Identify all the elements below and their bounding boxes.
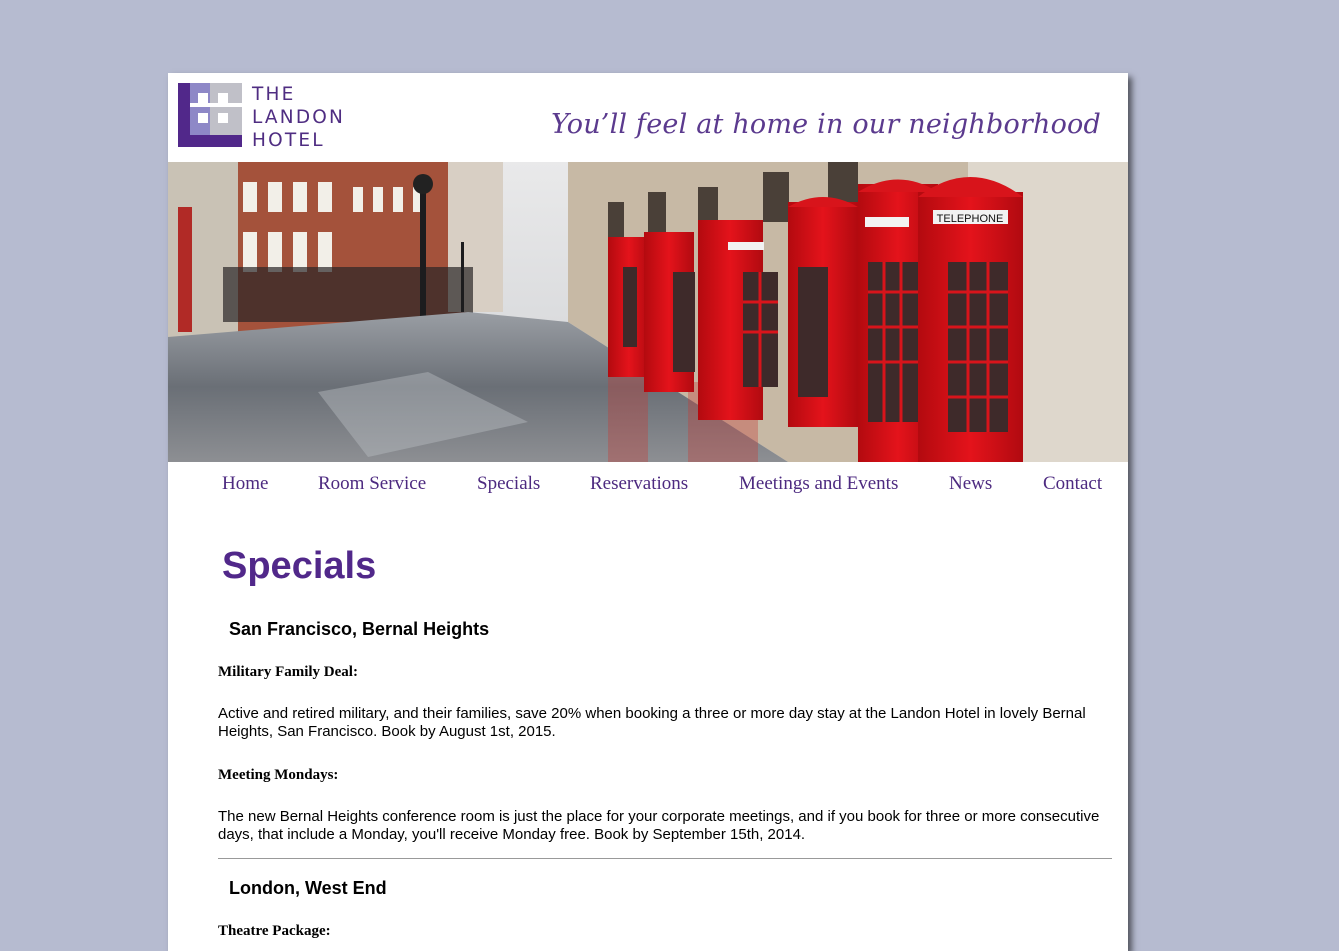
logo-line-landon: LANDON — [252, 107, 346, 128]
page-title: Specials — [222, 545, 377, 587]
page-container: THE LANDON HOTEL You’ll feel at home in … — [168, 73, 1128, 951]
nav-room-service[interactable]: Room Service — [318, 473, 426, 495]
deal-title-military-family: Military Family Deal: — [218, 664, 358, 680]
logo-mark-icon — [178, 83, 242, 147]
deal-title-theatre-package: Theatre Package: — [218, 923, 331, 939]
deal-title-meeting-mondays: Meeting Mondays: — [218, 767, 339, 783]
main-navigation: Home Room Service Specials Reservations … — [168, 473, 1128, 503]
logo-wordmark: THE LANDON HOTEL — [252, 83, 345, 152]
deal-text-military-family: Active and retired military, and their f… — [218, 705, 1086, 740]
section-heading-london: London, West End — [229, 878, 387, 898]
hotel-logo[interactable]: THE LANDON HOTEL — [178, 83, 368, 152]
section-divider — [218, 858, 1112, 859]
nav-contact[interactable]: Contact — [1043, 473, 1102, 495]
svg-text:TELEPHONE: TELEPHONE — [937, 213, 1004, 225]
nav-news[interactable]: News — [949, 473, 992, 495]
deal-text-meeting-mondays: The new Bernal Heights conference room i… — [218, 808, 1100, 843]
logo-line-the: THE — [252, 84, 296, 105]
nav-specials[interactable]: Specials — [477, 473, 540, 495]
nav-home[interactable]: Home — [222, 473, 268, 495]
nav-reservations[interactable]: Reservations — [590, 473, 688, 495]
site-tagline: You’ll feel at home in our neighborhood — [551, 109, 1101, 140]
logo-line-hotel: HOTEL — [252, 130, 325, 151]
nav-meetings-and-events[interactable]: Meetings and Events — [739, 473, 898, 495]
hero-image: TELEPHONE — [168, 162, 1128, 462]
section-heading-san-francisco: San Francisco, Bernal Heights — [229, 619, 490, 639]
